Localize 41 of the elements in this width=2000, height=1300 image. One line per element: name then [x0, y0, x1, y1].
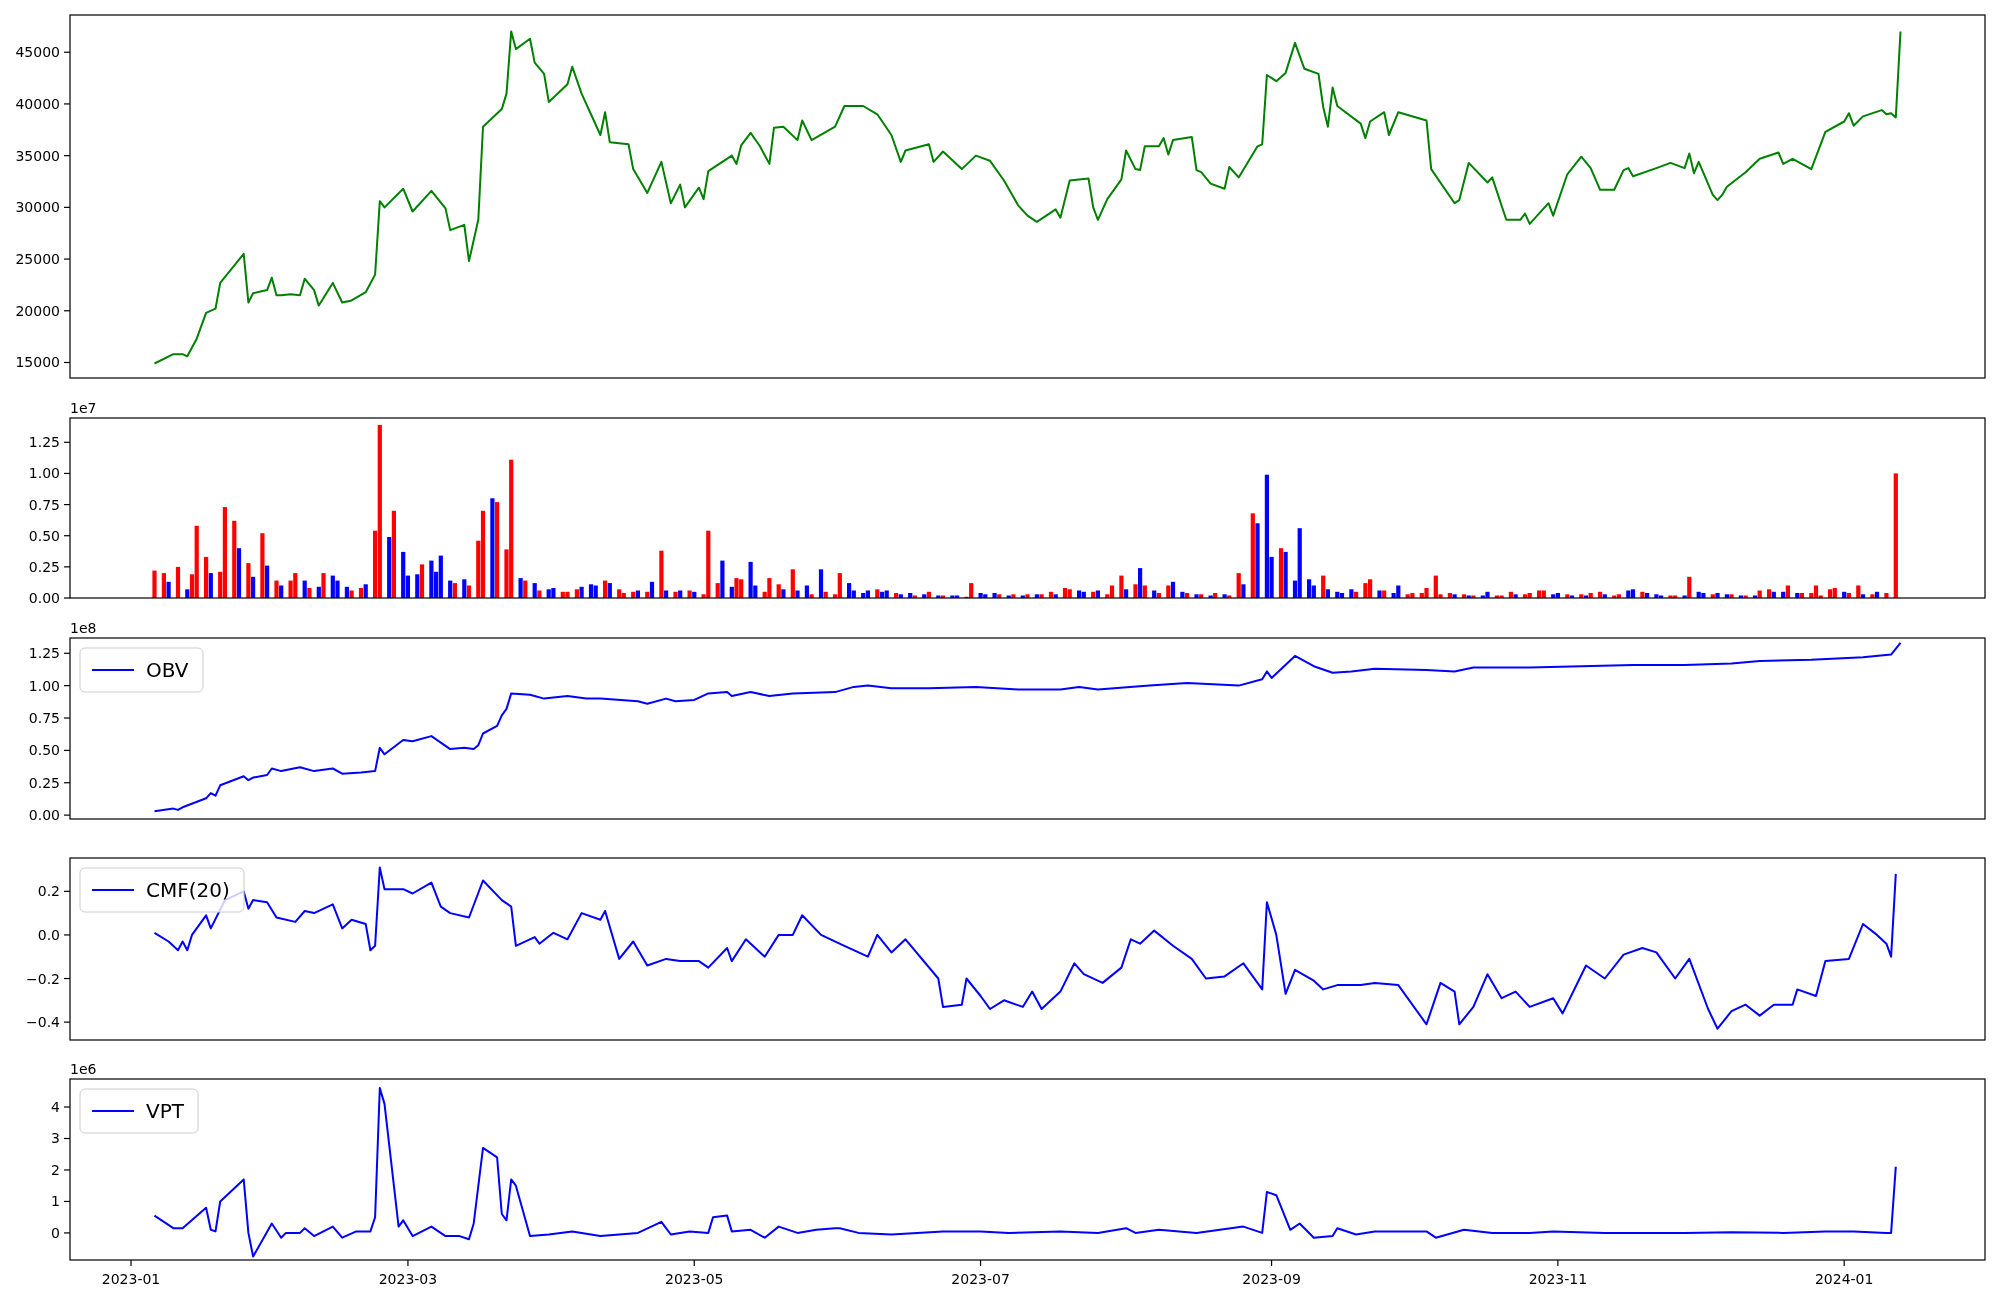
y-tick-label: 0.25 [28, 774, 60, 791]
y-tick-label: 3 [51, 1130, 60, 1147]
x-tick-label: 2023-07 [951, 1271, 1010, 1287]
y-tick-label: 0.00 [28, 590, 60, 606]
x-tick-label: 2023-05 [665, 1271, 724, 1287]
x-tick-label: 2023-03 [378, 1271, 438, 1287]
y-tick-label: 1.00 [28, 465, 60, 482]
y-tick-label: 0.75 [28, 496, 60, 513]
y-tick-label: 1 [51, 1193, 60, 1210]
y-tick-label: 1.25 [28, 434, 60, 451]
y-tick-label: 4 [51, 1099, 60, 1115]
y-tick-label: 0.0 [37, 926, 60, 943]
legend-label: VPT [146, 1099, 184, 1123]
y-tick-label: 2 [51, 1161, 60, 1178]
y-tick-label: 0.50 [28, 527, 60, 544]
axis-scale-label: 1e8 [70, 620, 97, 636]
y-tick-label: 0.25 [28, 558, 60, 575]
x-tick-label: 2023-09 [1242, 1271, 1301, 1287]
axis-scale-label: 1e7 [70, 400, 97, 416]
y-tick-label: 0.00 [28, 807, 60, 824]
x-tick-label: 2024-01 [1814, 1271, 1874, 1287]
y-tick-label: 0 [51, 1224, 60, 1241]
y-tick-label: −0.2 [26, 970, 60, 987]
y-tick-label: −0.4 [26, 1014, 60, 1031]
x-tick-label: 2023-11 [1528, 1271, 1588, 1287]
y-tick-label: 20000 [15, 302, 60, 319]
x-tick-label: 2023-01 [101, 1271, 161, 1287]
y-tick-label: 0.2 [37, 883, 60, 900]
y-tick-label: 45000 [15, 44, 60, 61]
axis-scale-label: 1e6 [70, 1061, 97, 1077]
y-tick-label: 0.75 [28, 710, 60, 726]
y-tick-label: 30000 [15, 199, 60, 216]
y-tick-label: 15000 [15, 354, 60, 371]
y-tick-label: 0.50 [28, 742, 60, 759]
legend-label: CMF(20) [146, 878, 230, 902]
y-tick-label: 1.25 [28, 645, 60, 662]
y-tick-label: 1.00 [28, 677, 60, 694]
legend-label: OBV [146, 658, 189, 682]
y-tick-label: 35000 [15, 147, 60, 164]
y-tick-label: 40000 [15, 95, 60, 112]
y-tick-label: 25000 [15, 251, 60, 268]
